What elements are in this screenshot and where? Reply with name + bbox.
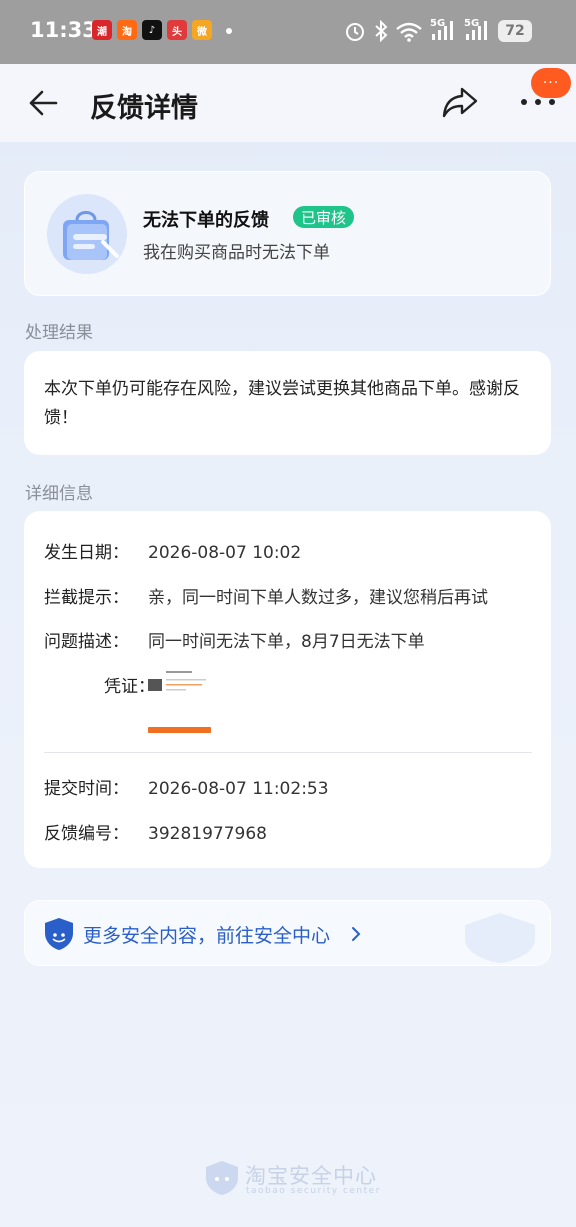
floating-chat-badge[interactable]: ··· (531, 68, 571, 98)
detail-section-label: 详细信息 (25, 484, 93, 504)
detail-row-value: 39281977968 (148, 824, 267, 844)
detail-row-label: 提交时间： (44, 779, 129, 799)
evidence-screenshot-thumbnail[interactable] (148, 667, 212, 737)
detail-card: 发生日期： 2026-08-07 10:02 拦截提示： 亲，同一时间下单人数过多，… (24, 511, 551, 868)
taobao-security-logo-icon (206, 1161, 238, 1195)
app-icon-2: 淘 (117, 20, 137, 40)
security-center-link[interactable]: 更多安全内容，前往安全中心 (24, 900, 551, 966)
result-section-label: 处理结果 (25, 323, 93, 343)
footer-brand-en: taobao security center (246, 1186, 381, 1196)
app-icon-1: 潮 (92, 20, 112, 40)
detail-row-intercept: 拦截提示： 亲，同一时间下单人数过多，建议您稍后再试 (44, 583, 488, 608)
detail-row-feedback-id: 反馈编号： 39281977968 (44, 819, 267, 844)
feedback-title: 无法下单的反馈 (143, 210, 269, 231)
signal-2-label: 5G (464, 18, 480, 29)
shopping-bag-feedback-icon (47, 194, 127, 274)
detail-row-value: 同一时间无法下单，8月7日无法下单 (148, 632, 425, 652)
battery-indicator: 72 (498, 20, 532, 42)
app-icon-5: 微 (192, 20, 212, 40)
app-icon-3: ♪ (142, 20, 162, 40)
top-nav-bar: 反馈详情 (0, 64, 576, 142)
status-time: 11:33 (30, 18, 97, 42)
security-link-text: 更多安全内容，前往安全中心 (83, 925, 331, 947)
detail-row-label: 问题描述： (44, 632, 129, 652)
result-card: 本次下单仍可能存在风险，建议尝试更换其他商品下单。感谢反馈！ (24, 351, 551, 455)
detail-divider (44, 752, 532, 753)
back-arrow-icon[interactable] (26, 88, 60, 118)
feedback-summary-card: 无法下单的反馈 已审核 我在购买商品时无法下单 (24, 171, 551, 296)
signal-1-label: 5G (430, 18, 446, 29)
detail-row-value: 亲，同一时间下单人数过多，建议您稍后再试 (148, 588, 488, 608)
detail-row-date: 发生日期： 2026-08-07 10:02 (44, 538, 301, 563)
detail-row-value: 2026-08-07 10:02 (148, 543, 302, 563)
status-bar: 11:33 潮 淘 ♪ 头 微 5G 5G 72 (0, 0, 576, 64)
signal-2-icon: 5G (464, 18, 490, 46)
feedback-subtitle: 我在购买商品时无法下单 (143, 243, 330, 263)
notification-app-icons: 潮 淘 ♪ 头 微 (92, 20, 212, 40)
status-badge: 已审核 (293, 206, 355, 228)
chevron-right-icon (352, 927, 361, 941)
wifi-icon (396, 22, 422, 42)
detail-row-label: 拦截提示： (44, 588, 129, 608)
signal-1-icon: 5G (430, 18, 456, 46)
alarm-icon (346, 23, 364, 41)
detail-row-value: 2026-08-07 11:02:53 (148, 779, 329, 799)
bluetooth-icon (375, 20, 388, 42)
detail-row-submit-time: 提交时间： 2026-08-07 11:02:53 (44, 774, 329, 799)
shield-icon (45, 918, 73, 950)
detail-row-description: 问题描述： 同一时间无法下单，8月7日无法下单 (44, 627, 425, 652)
detail-row-label: 发生日期： (44, 543, 129, 563)
share-icon[interactable] (440, 84, 480, 120)
shield-decoration-icon (465, 913, 535, 963)
result-text: 本次下单仍可能存在风险，建议尝试更换其他商品下单。感谢反馈！ (44, 379, 520, 428)
app-icon-4: 头 (167, 20, 187, 40)
notification-dot (226, 28, 232, 34)
detail-row-label: 反馈编号： (44, 824, 129, 844)
page-title: 反馈详情 (90, 93, 198, 124)
